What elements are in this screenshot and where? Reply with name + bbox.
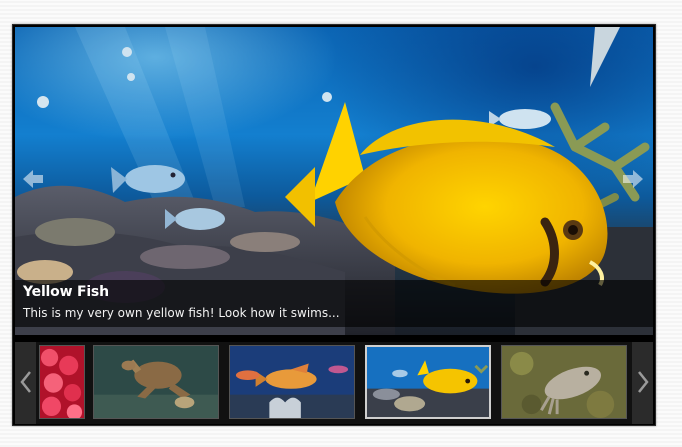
slide-description: This is my very own yellow fish! Look ho… [23, 306, 340, 320]
arrow-left-icon [23, 170, 43, 188]
thumbnails-prev-button[interactable] [15, 342, 36, 424]
thumbnail-sea-turtle[interactable] [93, 345, 219, 419]
thumbnail-cuttlefish[interactable] [501, 345, 627, 419]
thumbnail-red-coral[interactable] [39, 345, 85, 419]
thumbnail-image [230, 346, 354, 418]
thumbnail-image [367, 347, 489, 417]
main-slide[interactable]: Yellow Fish This is my very own yellow f… [15, 27, 653, 335]
thumbnail-image [40, 346, 84, 418]
slide-title: Yellow Fish [23, 284, 109, 300]
thumbnail-yellow-fish[interactable] [365, 345, 491, 419]
slide-caption: Yellow Fish This is my very own yellow f… [15, 280, 653, 327]
thumbnails-next-button[interactable] [632, 342, 653, 424]
chevron-left-icon [20, 371, 31, 393]
thumbnail-image [94, 346, 218, 418]
thumbnail-image [502, 346, 626, 418]
image-gallery: Yellow Fish This is my very own yellow f… [12, 24, 656, 426]
thumbnail-strip [15, 342, 653, 424]
arrow-right-icon [623, 170, 643, 188]
chevron-right-icon [638, 371, 649, 393]
previous-slide-arrow[interactable] [21, 167, 45, 191]
next-slide-arrow[interactable] [621, 167, 645, 191]
thumbnail-orange-fish[interactable] [229, 345, 355, 419]
